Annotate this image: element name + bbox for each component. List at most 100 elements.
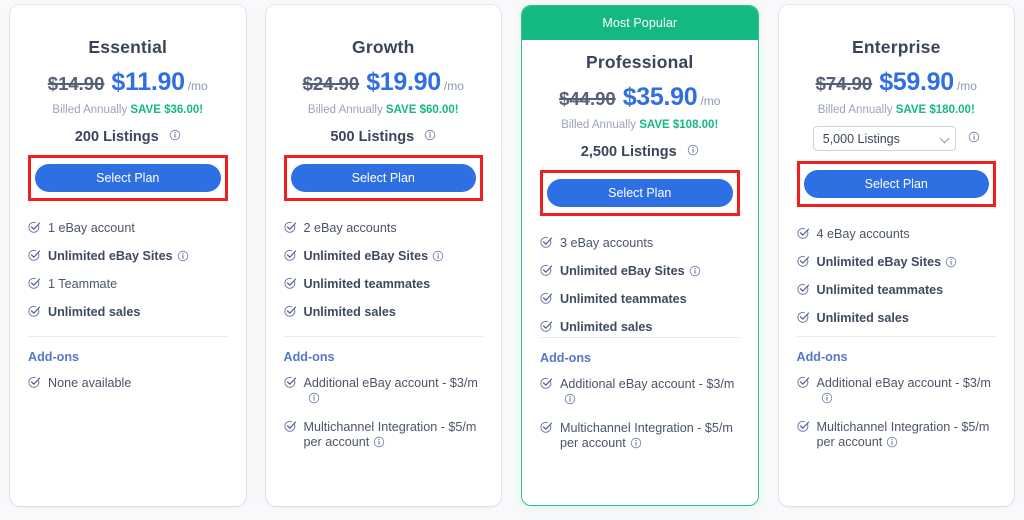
billing-info: Billed Annually SAVE $108.00! xyxy=(540,119,740,131)
plan-card-professional: Most Popular Professional $44.90 $35.90/mo B… xyxy=(521,5,759,506)
check-circle-icon xyxy=(540,320,553,337)
check-circle-icon xyxy=(28,277,41,294)
check-circle-icon xyxy=(28,221,41,238)
feature-label: Unlimited eBay Sites xyxy=(48,249,173,263)
addon-item: None available xyxy=(28,376,228,393)
feature-label: Unlimited eBay Sites xyxy=(303,249,429,263)
feature-label: Unlimited sales xyxy=(48,305,141,319)
addon-item: Additional eBay account - $3/m xyxy=(796,376,997,408)
feature-item: Unlimited sales xyxy=(283,305,484,322)
current-price: $11.90 xyxy=(111,68,185,96)
check-circle-icon xyxy=(540,421,553,438)
check-circle-icon xyxy=(796,311,810,328)
plan-name: Growth xyxy=(352,37,415,57)
price-period: /mo xyxy=(956,79,977,93)
plan-card-essential: Essential $14.90 $11.90/mo Billed Annually … xyxy=(10,5,246,506)
billing-info: Billed Annually SAVE $180.00! xyxy=(797,104,997,116)
select-plan-button[interactable]: Select Plan xyxy=(290,164,476,192)
feature-list: 3 eBay accounts Unlimited eBay Sites Unlim… xyxy=(540,236,740,337)
addons-heading: Add-ons xyxy=(28,350,80,364)
info-circle-icon[interactable] xyxy=(308,392,320,408)
check-circle-icon xyxy=(796,420,810,437)
section-divider xyxy=(283,336,483,337)
check-circle-icon xyxy=(540,264,553,281)
plan-name: Enterprise xyxy=(851,37,941,57)
listings-quota: 200 Listings xyxy=(28,129,228,145)
addon-label: Multichannel Integration - $5/m per acco… xyxy=(303,420,477,449)
info-circle-icon[interactable] xyxy=(373,436,385,452)
select-plan-annotation-box: Select Plan xyxy=(796,161,996,207)
savings-label: SAVE $60.00! xyxy=(385,104,459,116)
listings-select-wrapper[interactable]: 5,000 Listings xyxy=(812,126,956,151)
feature-label: Unlimited sales xyxy=(303,305,396,319)
most-popular-badge: Most Popular xyxy=(522,6,758,40)
feature-list: 1 eBay account Unlimited eBay Sites 1 Team… xyxy=(28,221,228,322)
info-circle-icon[interactable] xyxy=(630,437,642,453)
select-plan-button[interactable]: Select Plan xyxy=(35,164,221,192)
pricing-plans-grid: Essential $14.90 $11.90/mo Billed Annually … xyxy=(0,0,1024,520)
feature-item: Unlimited teammates xyxy=(796,283,997,300)
billing-cycle-label: Billed Annually xyxy=(52,104,128,116)
select-plan-button[interactable]: Select Plan xyxy=(547,179,733,207)
check-circle-icon xyxy=(283,305,297,322)
info-circle-icon[interactable] xyxy=(177,250,189,266)
addons-heading: Add-ons xyxy=(540,351,592,365)
addon-item: Multichannel Integration - $5/m per acco… xyxy=(283,420,484,452)
plan-header: Enterprise $74.90 $59.90/mo Billed Annually… xyxy=(796,5,997,207)
feature-item: Unlimited sales xyxy=(540,320,740,337)
info-circle-icon[interactable] xyxy=(169,129,181,145)
check-circle-icon xyxy=(796,376,810,393)
plan-header: Growth $24.90 $19.90/mo Billed Annually SAV… xyxy=(283,5,484,201)
feature-label: 3 eBay accounts xyxy=(560,236,654,250)
section-divider xyxy=(540,337,740,338)
info-circle-icon[interactable] xyxy=(564,393,576,409)
feature-item: 3 eBay accounts xyxy=(540,236,740,253)
feature-item: Unlimited teammates xyxy=(540,292,740,309)
feature-label: 1 Teammate xyxy=(48,277,118,291)
select-plan-annotation-box: Select Plan xyxy=(283,155,483,201)
addons-heading: Add-ons xyxy=(283,350,335,364)
feature-item: Unlimited teammates xyxy=(283,277,484,294)
addons-section: Add-ons Additional eBay account - $3/m Mul… xyxy=(797,350,997,452)
billing-info: Billed Annually SAVE $36.00! xyxy=(28,104,228,116)
current-price: $19.90 xyxy=(366,68,441,96)
listings-select[interactable]: 5,000 Listings xyxy=(812,126,956,151)
info-circle-icon[interactable] xyxy=(432,250,444,266)
feature-label: Unlimited sales xyxy=(816,311,909,325)
check-circle-icon xyxy=(283,376,297,393)
original-price: $44.90 xyxy=(559,88,616,109)
original-price: $14.90 xyxy=(47,73,105,94)
check-circle-icon xyxy=(540,377,553,394)
addon-label: Additional eBay account - $3/m xyxy=(816,376,991,390)
feature-item: Unlimited eBay Sites xyxy=(540,264,740,281)
price-period: /mo xyxy=(700,94,721,108)
plan-header: Essential $14.90 $11.90/mo Billed Annually … xyxy=(28,5,228,201)
original-price: $74.90 xyxy=(815,73,873,94)
info-circle-icon[interactable] xyxy=(945,256,957,272)
info-circle-icon[interactable] xyxy=(968,130,980,148)
addons-section: Add-ons Additional eBay account - $3/m Mul… xyxy=(284,350,484,452)
info-circle-icon[interactable] xyxy=(689,265,701,281)
info-circle-icon[interactable] xyxy=(821,392,833,408)
addon-label: Additional eBay account - $3/m xyxy=(303,376,478,390)
plan-header: Professional $44.90 $35.90/mo Billed Annual… xyxy=(540,40,740,216)
feature-item: Unlimited sales xyxy=(796,311,997,328)
plan-name: Essential xyxy=(88,37,168,57)
billing-info: Billed Annually SAVE $60.00! xyxy=(284,104,484,116)
info-circle-icon[interactable] xyxy=(886,436,898,452)
select-plan-annotation-box: Select Plan xyxy=(28,155,228,201)
check-circle-icon xyxy=(796,255,810,272)
addon-item: Multichannel Integration - $5/m per acco… xyxy=(796,420,997,452)
info-circle-icon[interactable] xyxy=(687,144,699,160)
select-plan-button[interactable]: Select Plan xyxy=(803,170,989,198)
addons-section: Add-ons Additional eBay account - $3/m Mul… xyxy=(540,351,740,453)
price-row: $74.90 $59.90/mo xyxy=(797,68,997,97)
info-circle-icon[interactable] xyxy=(424,129,436,145)
feature-list: 2 eBay accounts Unlimited eBay Sites Unlim… xyxy=(283,221,484,322)
addon-item: Additional eBay account - $3/m xyxy=(540,377,740,409)
price-row: $24.90 $19.90/mo xyxy=(284,68,484,97)
check-circle-icon xyxy=(283,420,297,437)
price-row: $44.90 $35.90/mo xyxy=(540,83,740,112)
feature-label: 2 eBay accounts xyxy=(303,221,397,235)
billing-cycle-label: Billed Annually xyxy=(561,119,637,131)
